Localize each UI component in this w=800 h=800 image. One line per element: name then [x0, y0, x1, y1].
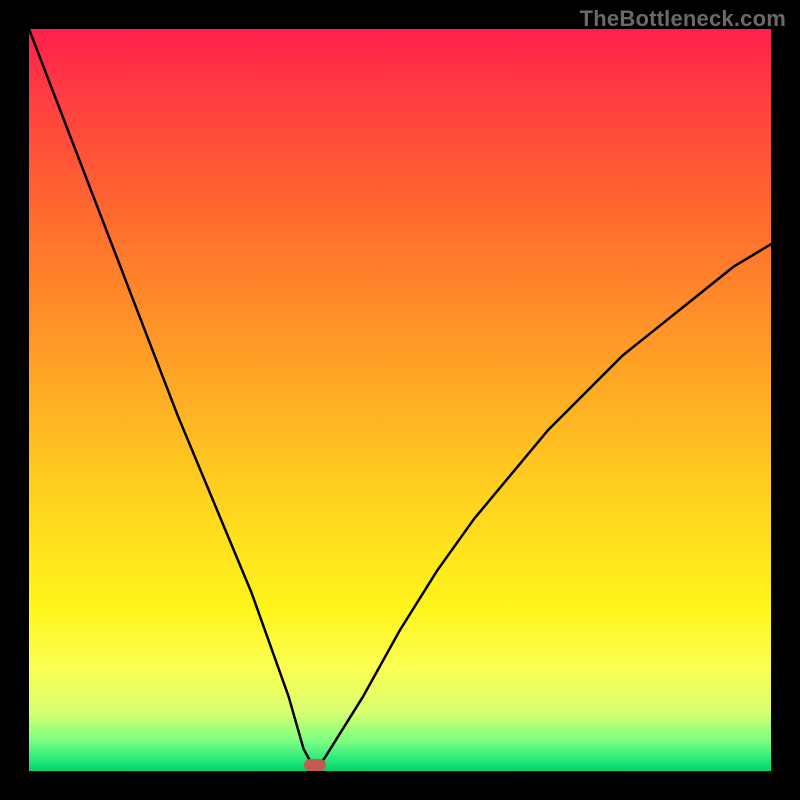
- bottleneck-curve: [29, 29, 771, 771]
- optimal-point-marker: [304, 759, 326, 771]
- chart-plot-area: [29, 29, 771, 771]
